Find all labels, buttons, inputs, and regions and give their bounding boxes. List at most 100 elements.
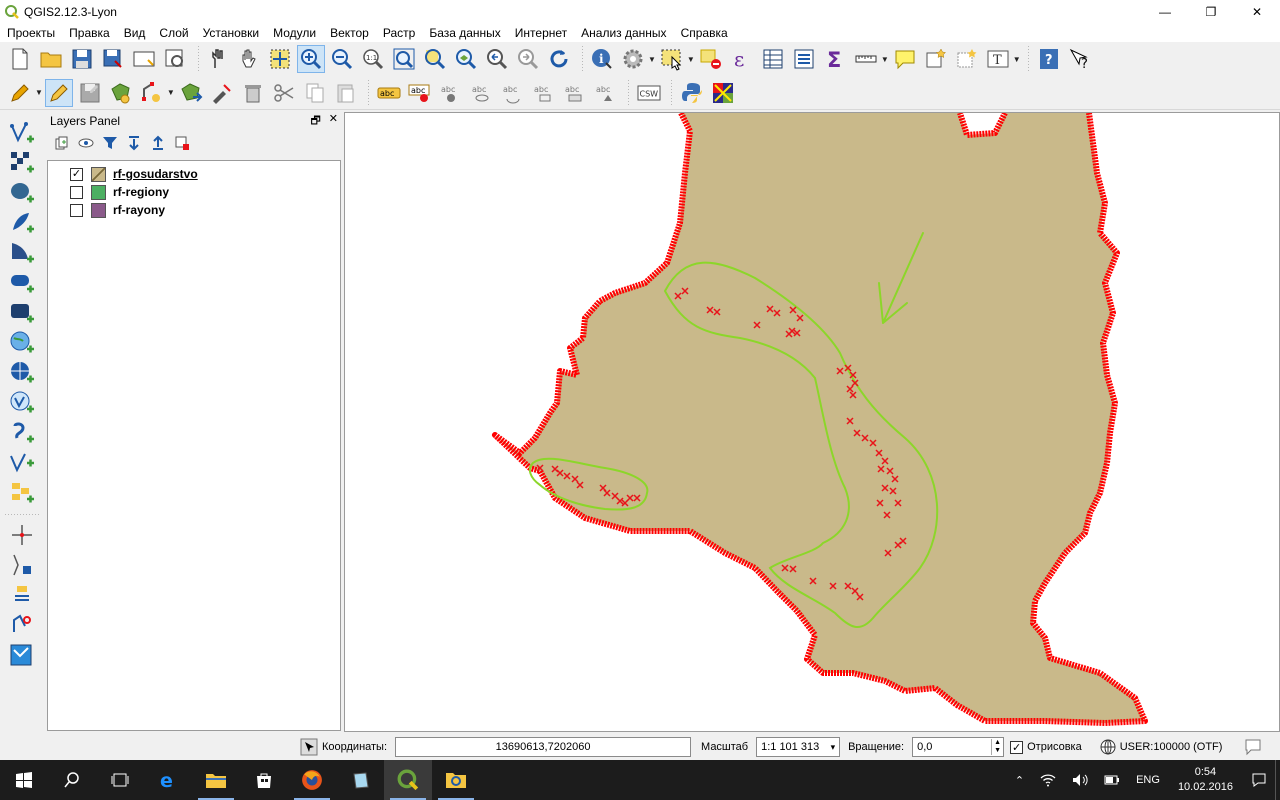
menu-vector[interactable]: Вектор	[323, 24, 376, 42]
new-project-button[interactable]	[6, 45, 34, 73]
restore-button[interactable]: ❐	[1188, 0, 1234, 24]
vertex-tool-button[interactable]	[208, 79, 236, 107]
show-hide-labels-button[interactable]: abc	[437, 79, 465, 107]
add-spatialite-layer-button[interactable]	[7, 208, 37, 238]
chevron-down-icon[interactable]: ▼	[1013, 55, 1021, 64]
map-tips-button[interactable]	[891, 45, 919, 73]
select-features-button[interactable]	[658, 45, 686, 73]
chevron-down-icon[interactable]: ▼	[881, 55, 889, 64]
layer-item-rf-regiony[interactable]: rf-regiony	[48, 183, 340, 201]
save-edits-button[interactable]	[76, 79, 104, 107]
composer-manager-button[interactable]	[161, 45, 189, 73]
refresh-button[interactable]	[545, 45, 573, 73]
add-group-button[interactable]	[52, 133, 72, 153]
cut-features-button[interactable]	[270, 79, 298, 107]
add-raster-layer-button[interactable]	[7, 148, 37, 178]
measure-line-button[interactable]	[852, 45, 880, 73]
menu-view[interactable]: Вид	[117, 24, 153, 42]
taskbar-edge[interactable]: e	[144, 760, 192, 800]
add-vector-layer-button[interactable]	[7, 118, 37, 148]
node-tool-button[interactable]	[138, 79, 166, 107]
layer-visibility-checkbox[interactable]	[70, 203, 83, 217]
new-shapefile-button[interactable]	[7, 448, 37, 478]
add-feature-button[interactable]	[107, 79, 135, 107]
layer-item-rf-rayony[interactable]: rf-rayony	[48, 201, 340, 219]
map-canvas[interactable]	[344, 112, 1280, 732]
virtual-layer-button[interactable]	[7, 478, 37, 508]
open-project-button[interactable]	[37, 45, 65, 73]
sum-statistics-button[interactable]: Σ	[821, 45, 849, 73]
messages-icon[interactable]	[1244, 738, 1262, 756]
wifi-icon[interactable]	[1040, 773, 1056, 787]
zoom-last-button[interactable]	[483, 45, 511, 73]
add-wfs-layer-button[interactable]	[7, 388, 37, 418]
toggle-editing-button[interactable]	[44, 78, 73, 107]
expand-all-button[interactable]	[124, 133, 144, 153]
crs-globe-icon[interactable]	[1100, 739, 1116, 755]
filter-legend-button[interactable]	[100, 133, 120, 153]
notifications-icon[interactable]	[1251, 772, 1267, 788]
zoom-in-button[interactable]	[297, 45, 325, 73]
taskbar-qgis[interactable]	[384, 760, 432, 800]
attribute-table-button[interactable]	[759, 45, 787, 73]
clock[interactable]: 0:54 10.02.2016	[1178, 765, 1233, 795]
grass-plugin-button[interactable]	[709, 79, 737, 107]
move-label-button[interactable]: abc	[468, 79, 496, 107]
layer-item-rf-gosudarstvo[interactable]: ✓ rf-gosudarstvo	[48, 165, 340, 183]
new-print-composer-button[interactable]	[130, 45, 158, 73]
taskbar-notepad[interactable]	[336, 760, 384, 800]
rotation-spinbox[interactable]: 0,0 ▲ ▼	[912, 737, 1005, 757]
menu-database[interactable]: База данных	[422, 24, 507, 42]
zoom-full-button[interactable]	[390, 45, 418, 73]
metasearch-csw-button[interactable]: CSW	[635, 79, 663, 107]
add-oracle-layer-button[interactable]	[7, 268, 37, 298]
spin-arrows-icon[interactable]: ▲ ▼	[991, 739, 1003, 755]
scale-combobox[interactable]: 1:1 101 313 ▾	[756, 737, 841, 757]
menu-edit[interactable]: Правка	[62, 24, 117, 42]
touch-zoom-button[interactable]	[204, 45, 232, 73]
layer-labeling-button[interactable]: abc	[375, 79, 403, 107]
add-postgis-layer-button[interactable]	[7, 178, 37, 208]
zoom-layer-button[interactable]	[452, 45, 480, 73]
change-label-button[interactable]: abc	[530, 79, 558, 107]
current-edits-button[interactable]	[6, 79, 34, 107]
label-diagram-button[interactable]: abc	[592, 79, 620, 107]
task-view-button[interactable]	[96, 760, 144, 800]
delete-selected-button[interactable]	[239, 79, 267, 107]
zoom-next-button[interactable]	[514, 45, 542, 73]
zoom-selection-button[interactable]	[421, 45, 449, 73]
start-button[interactable]	[0, 760, 48, 800]
statistics-button[interactable]	[790, 45, 818, 73]
pan-to-selection-button[interactable]	[266, 45, 294, 73]
manage-visibility-button[interactable]	[76, 133, 96, 153]
taskbar-explorer[interactable]	[192, 760, 240, 800]
render-checkbox[interactable]: ✓	[1010, 740, 1024, 754]
menu-plugins[interactable]: Модули	[266, 24, 323, 42]
help-contents-button[interactable]: ?	[1035, 45, 1063, 73]
collapse-all-button[interactable]	[148, 133, 168, 153]
georeferencer-button[interactable]	[7, 640, 37, 670]
offset-curve-button[interactable]	[7, 580, 37, 610]
show-bookmarks-button[interactable]	[953, 45, 981, 73]
zoom-out-button[interactable]	[328, 45, 356, 73]
copy-features-button[interactable]	[301, 79, 329, 107]
layer-visibility-checkbox[interactable]	[70, 185, 83, 199]
chevron-down-icon[interactable]: ▼	[648, 55, 656, 64]
save-as-button[interactable]	[99, 45, 127, 73]
identify-features-button[interactable]: i	[588, 45, 616, 73]
menu-layer[interactable]: Слой	[152, 24, 195, 42]
pin-labels-button[interactable]: abc	[406, 79, 434, 107]
save-project-button[interactable]	[68, 45, 96, 73]
show-desktop-button[interactable]	[1275, 760, 1280, 800]
crs-label[interactable]: USER:100000 (OTF)	[1120, 741, 1223, 753]
move-feature-button[interactable]	[177, 79, 205, 107]
minimize-button[interactable]: —	[1142, 0, 1188, 24]
menu-help[interactable]: Справка	[674, 24, 735, 42]
taskbar-firefox[interactable]	[288, 760, 336, 800]
whats-this-button[interactable]: ?	[1066, 45, 1094, 73]
paste-features-button[interactable]	[332, 79, 360, 107]
layer-visibility-checkbox[interactable]: ✓	[70, 167, 83, 181]
battery-icon[interactable]	[1104, 775, 1120, 785]
language-indicator[interactable]: ENG	[1136, 774, 1160, 786]
field-calculator-button[interactable]: ε	[728, 45, 756, 73]
